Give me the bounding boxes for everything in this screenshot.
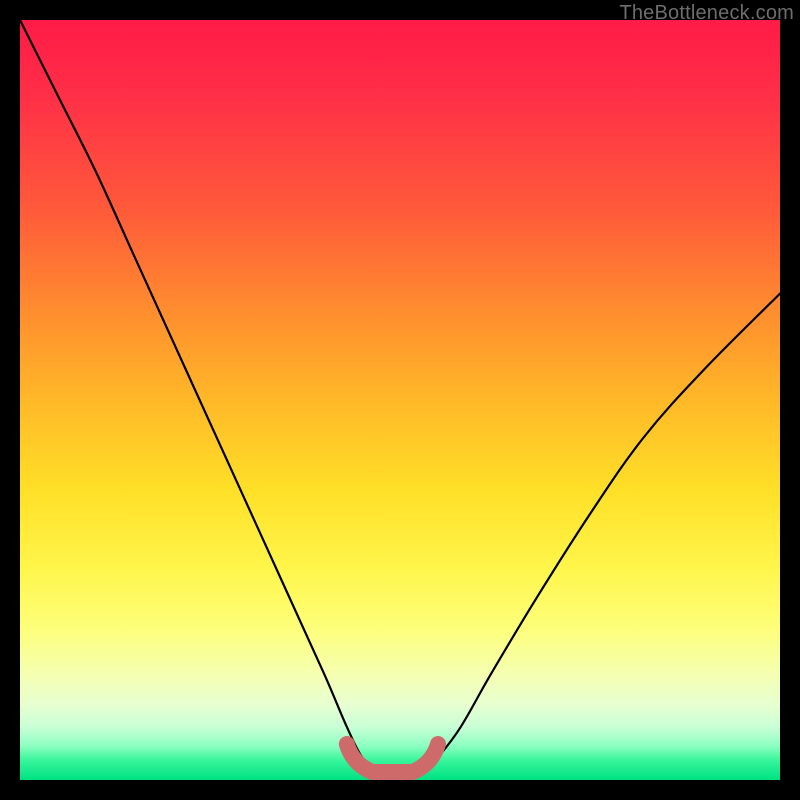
- bottleneck-curve-path: [20, 20, 780, 780]
- watermark-text: TheBottleneck.com: [619, 2, 794, 25]
- plot-area: [20, 20, 780, 780]
- chart-stage: TheBottleneck.com: [0, 0, 800, 800]
- curve-layer: [20, 20, 780, 780]
- minimum-marker-path: [347, 744, 438, 772]
